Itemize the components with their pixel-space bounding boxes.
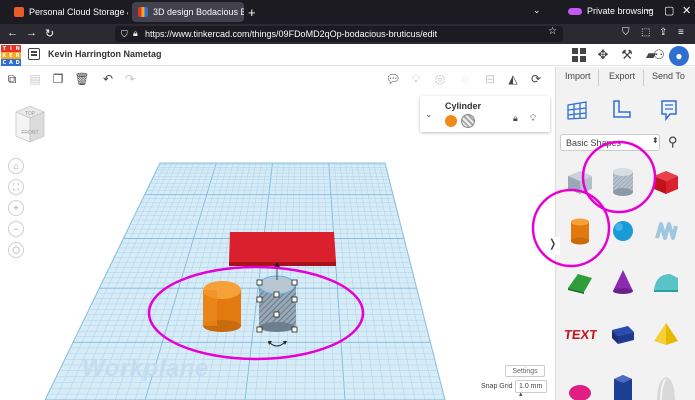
shield-icon[interactable]: ⛉ [121, 29, 128, 40]
duplicate-icon[interactable]: ❐ [50, 71, 66, 87]
logo-letter: C [1, 59, 8, 66]
forward-arrow-icon[interactable]: → [26, 27, 37, 39]
design-title[interactable]: Kevin Harrington Nametag [48, 49, 162, 59]
shape-pyramid[interactable] [646, 314, 686, 354]
tab-label: Personal Cloud Storage & [29, 7, 128, 17]
private-browsing-label: Private browsing [587, 6, 654, 16]
inspector-title: Cylinder [445, 101, 482, 111]
annotation-overlay [531, 140, 657, 268]
logo-letter: K [1, 52, 8, 59]
hole-cylinder-shape[interactable] [258, 275, 296, 332]
browser-nav-bar: ← → ↻ ⛉ 🔒︎ https://www.tinkercad.com/thi… [0, 24, 695, 44]
send-to-button[interactable]: Send To [652, 71, 685, 81]
svg-text:TEXT: TEXT [563, 327, 597, 342]
tab-list-chevron-down-icon[interactable]: ⌄ [533, 5, 541, 16]
fit-view-icon[interactable]: ⛶ [8, 179, 24, 195]
workplane-label: Workplane [82, 355, 209, 382]
view-cube-top-label[interactable]: TOP [25, 111, 36, 117]
reload-icon[interactable]: ↻ [45, 27, 54, 40]
light-bulb-icon[interactable]: 💡︎ [530, 113, 536, 124]
group-icon[interactable]: ◎ [432, 71, 448, 87]
zoom-out-icon[interactable]: − [8, 221, 24, 237]
logo-letter: T [1, 45, 8, 52]
mirror-icon[interactable]: ◭ [505, 71, 521, 87]
snap-grid-label: Snap Grid [481, 383, 513, 390]
shape-cube-blue[interactable] [603, 314, 643, 354]
divider [643, 70, 644, 86]
ungroup-icon[interactable]: ◌ [457, 71, 473, 87]
logo-letter: A [7, 59, 15, 66]
url-bar[interactable]: ⛉ 🔒︎ https://www.tinkercad.com/things/09… [115, 26, 563, 42]
paste-icon[interactable]: ▤ [27, 71, 43, 87]
copy-icon[interactable]: ⧉ [4, 71, 20, 87]
maximize-icon[interactable]: ▢ [664, 4, 674, 17]
speech-note-icon[interactable]: 💬︎ [385, 71, 401, 87]
chevron-down-icon[interactable]: ⌄ [425, 109, 433, 120]
shape-half-sphere[interactable] [560, 366, 600, 400]
bricks-pickaxe-icon[interactable]: ⚒ [616, 46, 638, 64]
cloud-storage-favicon-icon [14, 7, 24, 17]
add-user-icon[interactable]: ⚇ [652, 46, 666, 64]
grid-view-icon[interactable] [568, 46, 590, 64]
tab-tinkercad[interactable]: 3D design Bodacious Bru ✕ [132, 2, 244, 22]
browser-tab-bar: Personal Cloud Storage & ✕ 3D design Bod… [0, 0, 695, 24]
view-cube-front-label[interactable]: FRONT [21, 130, 38, 136]
snap-grid-select[interactable]: 1.0 mm ▴ [515, 380, 547, 398]
home-view-icon[interactable]: ⌂ [8, 158, 24, 174]
shape-paraboloid[interactable] [646, 366, 686, 400]
divider [598, 70, 599, 86]
logo-letter: I [7, 45, 15, 52]
design-list-menu-icon[interactable] [28, 48, 40, 60]
shape-text[interactable]: TEXT [560, 314, 600, 354]
extension-icon[interactable]: ⬚ [641, 27, 650, 38]
avatar[interactable]: ● [669, 46, 689, 66]
trash-icon[interactable]: 🗑︎ [74, 71, 90, 87]
tab-cloud-storage[interactable]: Personal Cloud Storage & ✕ [8, 2, 128, 22]
export-button[interactable]: Export [609, 71, 635, 81]
shape-polygon[interactable] [603, 366, 643, 400]
lock-icon[interactable]: 🔒︎ [513, 113, 518, 124]
import-button[interactable]: Import [565, 71, 591, 81]
pocket-icon[interactable]: ⛉ [622, 27, 630, 38]
align-icon[interactable]: ⊟ [482, 71, 498, 87]
private-mask-icon [568, 7, 582, 15]
tinkercad-favicon-icon [138, 7, 148, 17]
red-box-shape[interactable] [229, 232, 336, 266]
logo-letter: E [7, 52, 15, 59]
ortho-view-icon[interactable]: ⬡ [8, 242, 24, 258]
hamburger-menu-icon[interactable]: ≡ [678, 27, 684, 38]
logo-letter: D [14, 59, 21, 66]
hole-swatch[interactable] [461, 114, 475, 128]
notes-icon[interactable] [656, 97, 682, 123]
light-bulb-icon[interactable]: 💡︎ [408, 71, 424, 87]
annotation-circle-hole-cylinder [581, 140, 657, 214]
bookmark-star-icon[interactable]: ☆ [548, 26, 557, 37]
close-window-icon[interactable]: ✕ [682, 4, 691, 17]
tab-label: 3D design Bodacious Bru [153, 7, 244, 17]
lock-icon[interactable]: 🔒︎ [133, 28, 138, 39]
back-arrow-icon[interactable]: ← [7, 27, 18, 39]
new-tab-icon[interactable]: + [248, 5, 256, 20]
settings-button[interactable]: Settings [505, 365, 545, 377]
view-cube[interactable]: TOP FRONT [14, 106, 46, 144]
private-browsing-indicator: Private browsing [568, 6, 654, 16]
orange-cylinder-shape[interactable] [203, 281, 241, 332]
workplane-scene[interactable] [0, 91, 555, 400]
annotation-circle-cylinder [531, 188, 611, 268]
undo-icon[interactable]: ↶ [100, 71, 116, 87]
ruler-icon[interactable] [608, 97, 634, 123]
share-icon[interactable]: ⇪ [659, 27, 667, 38]
cruise-icon[interactable]: ⟳ [528, 71, 544, 87]
tinkercad-logo[interactable]: T I N K E R C A D [1, 45, 21, 66]
redo-icon[interactable]: ↷ [122, 71, 138, 87]
zoom-in-icon[interactable]: + [8, 200, 24, 216]
workplane-grid-icon[interactable] [564, 97, 590, 123]
minimize-icon[interactable]: – [646, 4, 652, 16]
solid-color-swatch[interactable] [445, 115, 457, 127]
blocks-icon[interactable]: ✥ [592, 46, 614, 64]
logo-letter: N [14, 45, 21, 52]
logo-letter: R [14, 52, 21, 59]
url-text[interactable]: https://www.tinkercad.com/things/09FDoMD… [145, 29, 437, 39]
